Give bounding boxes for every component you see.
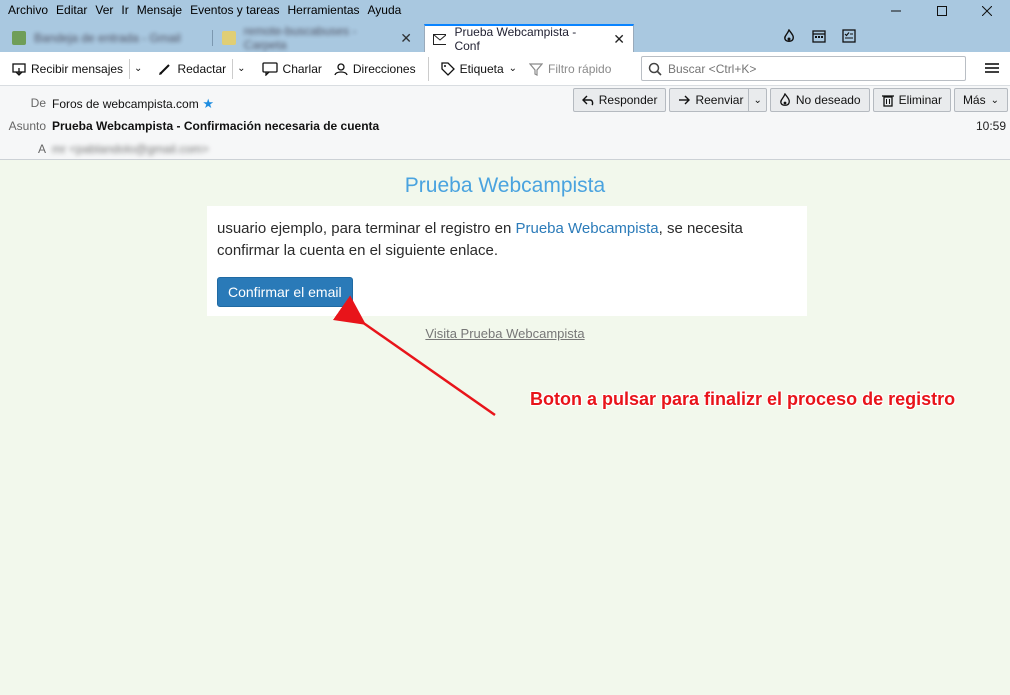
chevron-down-icon: ⌄ <box>990 94 999 106</box>
tab-separator <box>212 30 213 46</box>
message-header: De Foros de webcampista.com ★ Asunto Pru… <box>0 86 1010 160</box>
subject-value: Prueba Webcampista - Confirmación necesa… <box>52 119 380 133</box>
search-box[interactable] <box>641 56 966 81</box>
compose-button[interactable]: Redactar <box>152 57 232 81</box>
quick-filter-button[interactable]: Filtro rápido <box>523 57 617 81</box>
search-input[interactable] <box>668 61 948 76</box>
tab-inbox[interactable]: Bandeja de entrada - Gmail <box>4 24 204 52</box>
reply-button[interactable]: Responder <box>572 88 667 112</box>
header-actions: Responder Reenviar ⌄ No deseado Eliminar… <box>572 88 1008 112</box>
envelope-icon <box>433 33 447 45</box>
tag-icon <box>440 61 455 76</box>
menu-mensaje[interactable]: Mensaje <box>133 3 186 17</box>
tab-close-icon[interactable]: ✕ <box>400 30 412 47</box>
minimize-icon <box>891 10 901 12</box>
tasks-icon[interactable] <box>840 27 858 45</box>
download-icon <box>12 62 26 76</box>
hamburger-icon <box>985 63 999 73</box>
folder-icon <box>222 31 236 45</box>
forward-icon <box>679 95 691 105</box>
flame-icon <box>780 93 790 106</box>
from-label: De <box>30 96 46 110</box>
chevron-down-icon: ⌄ <box>237 63 246 74</box>
menu-eventos[interactable]: Eventos y tareas <box>186 3 283 17</box>
tab-folder[interactable]: remote-buscabuses - Carpeta ✕ <box>214 24 420 52</box>
menu-archivo[interactable]: Archivo <box>4 3 52 17</box>
chat-button[interactable]: Charlar <box>256 57 328 81</box>
email-card: usuario ejemplo, para terminar el regist… <box>207 206 807 316</box>
maximize-icon <box>937 6 947 16</box>
menu-ver[interactable]: Ver <box>91 3 117 17</box>
annotation-text: Boton a pulsar para finalizr el proceso … <box>530 389 956 409</box>
get-mail-button[interactable]: Recibir mensajes <box>6 57 129 81</box>
to-label: A <box>37 142 46 156</box>
close-window-button[interactable] <box>964 0 1010 22</box>
filter-icon <box>529 62 544 76</box>
forward-button[interactable]: Reenviar ⌄ <box>669 88 767 112</box>
toolbar-separator <box>427 56 429 81</box>
from-value[interactable]: Foros de webcampista.com ★ <box>52 96 214 112</box>
chat-icon <box>261 61 278 76</box>
get-mail-dropdown[interactable]: ⌄ <box>129 58 146 79</box>
menu-ir[interactable]: Ir <box>117 3 132 17</box>
search-icon <box>648 62 662 76</box>
message-time: 10:59 <box>975 119 1006 133</box>
compose-dropdown[interactable]: ⌄ <box>232 58 249 79</box>
trash-icon <box>881 94 894 107</box>
main-toolbar: Recibir mensajes ⌄ Redactar ⌄ Charlar Di… <box>0 52 1010 86</box>
visit-site-link: Visita Prueba Webcampista <box>425 326 585 341</box>
flame-icon[interactable] <box>780 27 798 45</box>
subject-label: Asunto <box>8 119 46 133</box>
menu-bar: Archivo Editar Ver Ir Mensaje Eventos y … <box>4 3 405 17</box>
calendar-icon[interactable] <box>810 27 828 45</box>
app-menu-button[interactable] <box>982 58 1002 78</box>
chevron-down-icon: ⌄ <box>134 63 143 74</box>
maximize-button[interactable] <box>919 0 965 22</box>
star-icon[interactable]: ★ <box>199 96 214 111</box>
email-site-title: Prueba Webcampista <box>404 174 606 197</box>
folder-icon <box>12 31 26 45</box>
pencil-icon <box>159 63 171 75</box>
reply-icon <box>581 95 594 106</box>
menu-herramientas[interactable]: Herramientas <box>283 3 363 17</box>
email-text: usuario ejemplo, para terminar el regist… <box>217 220 743 259</box>
menu-editar[interactable]: Editar <box>52 3 91 17</box>
to-value[interactable]: mr <pablandolo@gmail.com> <box>52 142 209 156</box>
tag-button[interactable]: Etiqueta ⌄ <box>435 57 523 81</box>
tab-close-icon[interactable]: ✕ <box>613 31 625 48</box>
chevron-down-icon: ⌄ <box>508 63 518 74</box>
chevron-down-icon[interactable]: ⌄ <box>748 89 765 111</box>
more-button[interactable]: Más ⌄ <box>953 88 1008 112</box>
address-book-button[interactable]: Direcciones <box>328 57 422 81</box>
minimize-button[interactable] <box>873 0 919 22</box>
junk-button[interactable]: No deseado <box>769 88 870 112</box>
title-bar: Archivo Editar Ver Ir Mensaje Eventos y … <box>0 0 1010 22</box>
menu-ayuda[interactable]: Ayuda <box>364 3 406 17</box>
site-link[interactable]: Prueba Webcampista <box>515 220 658 237</box>
tab-message[interactable]: Prueba Webcampista - Conf ✕ <box>424 24 634 53</box>
confirm-email-button[interactable]: Confirmar el email <box>217 277 353 307</box>
tab-bar: Bandeja de entrada - Gmail remote-buscab… <box>0 22 1010 53</box>
contacts-icon <box>334 62 348 75</box>
delete-button[interactable]: Eliminar <box>872 88 951 112</box>
close-icon <box>982 6 992 16</box>
